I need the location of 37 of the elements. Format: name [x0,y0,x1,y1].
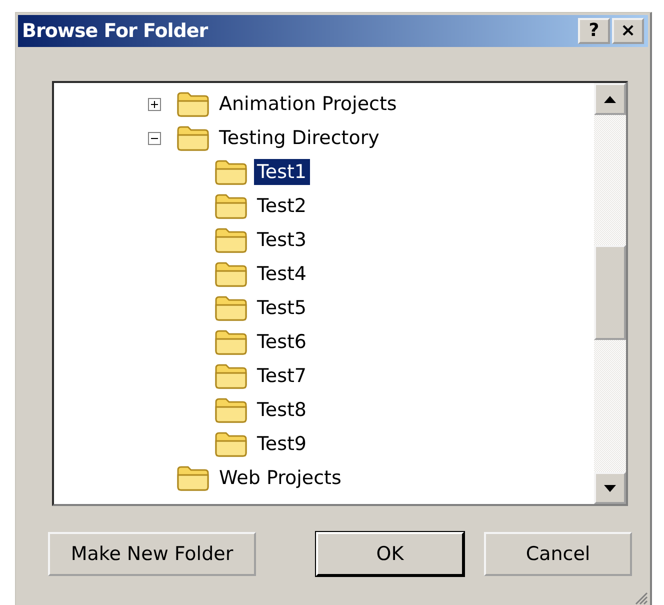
folder-name[interactable]: Animation Projects [216,91,400,117]
folder-name[interactable]: Web Projects [216,465,344,491]
dialog-button[interactable]: OK [316,532,464,576]
help-button[interactable]: ? [578,18,610,44]
folder-icon [214,193,248,219]
folder-name[interactable]: Test2 [254,193,310,219]
dialog-button[interactable]: Make New Folder [48,532,256,576]
folder-icon [214,295,248,321]
scroll-up-button[interactable] [594,83,626,115]
folder-icon [176,465,210,491]
folder-name[interactable]: Test9 [254,431,310,457]
down-arrow-icon [604,484,616,492]
folder-icon [176,91,210,117]
close-button[interactable]: × [612,18,644,44]
scroll-down-button[interactable] [594,472,626,504]
folder-name[interactable]: Testing Directory [216,125,382,151]
folder-icon [214,363,248,389]
window-title: Browse For Folder [22,20,208,42]
folder-name[interactable]: Test7 [254,363,310,389]
folder-icon [214,431,248,457]
folder-name[interactable]: Test5 [254,295,310,321]
up-arrow-icon [604,96,616,102]
folder-icon [214,227,248,253]
scrollbar[interactable] [594,83,626,504]
folder-icon [214,329,248,355]
folder-name[interactable]: Test6 [254,329,310,355]
scroll-thumb[interactable] [594,245,626,340]
resize-grip-icon[interactable] [634,591,648,605]
folder-name[interactable]: Test1 [254,159,310,185]
folder-name[interactable]: Test3 [254,227,310,253]
folder-name[interactable]: Test4 [254,261,310,287]
dialog-button[interactable]: Cancel [484,532,632,576]
folder-icon [214,159,248,185]
folder-icon [214,261,248,287]
folder-icon [176,125,210,151]
folder-icon [214,397,248,423]
folder-name[interactable]: Test8 [254,397,310,423]
